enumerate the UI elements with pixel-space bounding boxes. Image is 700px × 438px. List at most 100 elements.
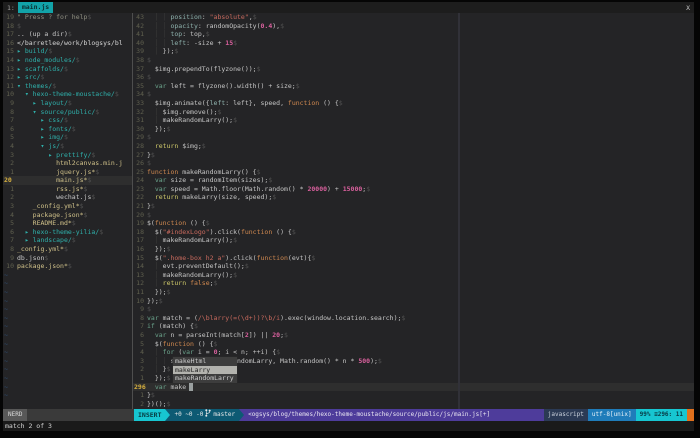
code-line[interactable]: 24 var size = randomItem(sizes);$ (133, 176, 694, 185)
code-line[interactable]: 34$ (133, 90, 694, 99)
code-line[interactable]: 25function makeRandomLarry() {$ (133, 168, 694, 177)
tree-line[interactable]: 17.. (up a dir)$ (3, 30, 132, 39)
tree-line[interactable]: 13▸ scaffolds/$ (3, 65, 132, 74)
tree-line[interactable]: 16</barretlee/work/blogsys/bl (3, 39, 132, 48)
code-line[interactable]: 28 return $img;$ (133, 142, 694, 151)
code-line[interactable]: 13 │ makeRandomLarry();$ (133, 271, 694, 280)
tree-line[interactable]: 9 ▸ layout/$ (3, 99, 132, 108)
code-line[interactable]: 16 });$ (133, 245, 694, 254)
code-line[interactable]: 42 │ │ opacity: randomOpacity(0.4),$ (133, 22, 694, 31)
code-line[interactable]: 40 │ │ left: -size + 15$ (133, 39, 694, 48)
code-line[interactable]: 43 │ │ position: "absolute",$ (133, 13, 694, 22)
command-line-message: match 2 of 3 (3, 421, 694, 431)
close-icon[interactable]: X (686, 4, 694, 12)
code-line[interactable]: 37 $img.prependTo(flyzone());$ (133, 65, 694, 74)
line-text: }$ (147, 202, 155, 211)
code-line[interactable]: 296 var make (133, 383, 694, 392)
code-line[interactable]: 12 │ return false;$ (133, 279, 694, 288)
tree-line[interactable]: 7 ▸ landscape/$ (3, 236, 132, 245)
code-line[interactable]: 41 │ │ top: top,$ (133, 30, 694, 39)
code-line[interactable]: 7if (match) {$ (133, 322, 694, 331)
tree-line[interactable]: 11▾ themes/$ (3, 82, 132, 91)
tree-line[interactable]: 10 ▾ hexo-theme-moustache/$ (3, 90, 132, 99)
line-number: 5 (3, 133, 17, 142)
line-number: 7 (3, 116, 17, 125)
tree-line[interactable]: 2 html2canvas.min.j (3, 159, 132, 168)
tree-line[interactable]: 2 wechat.js$ (3, 193, 132, 202)
code-line[interactable]: 35 var left = flyzone().width() + size;$ (133, 82, 694, 91)
tree-line[interactable]: 4 ▾ js/$ (3, 142, 132, 151)
code-line[interactable]: 32 │ $img.remove();$ (133, 108, 694, 117)
code-line[interactable]: 1}$ (133, 391, 694, 400)
line-number: 6 (133, 331, 147, 340)
line-text: package.json*$ (17, 262, 72, 271)
tree-line[interactable]: 12▸ src/$ (3, 73, 132, 82)
code-line[interactable]: 39 │ });$ (133, 47, 694, 56)
code-pane[interactable]: 43 │ │ position: "absolute",$42 │ │ opac… (133, 13, 694, 409)
tab-buffer-name[interactable]: main.js (18, 2, 53, 13)
tree-line[interactable]: 9db.json$ (3, 254, 132, 263)
tree-line[interactable]: 3 ▸ prettify/$ (3, 151, 132, 160)
code-line[interactable]: 18 $("#indexLogo").click(function () {$ (133, 228, 694, 237)
line-text: " Press ? for help$ (17, 13, 91, 22)
tree-line[interactable]: 5 README.md*$ (3, 219, 132, 228)
tree-line[interactable]: 4 package.json*$ (3, 211, 132, 220)
line-number: 28 (133, 142, 147, 151)
tree-line[interactable]: 10package.json*$ (3, 262, 132, 271)
code-line[interactable]: 21}$ (133, 202, 694, 211)
tree-line[interactable]: 7 ▸ css/$ (3, 116, 132, 125)
line-number: 2 (3, 159, 17, 168)
code-line[interactable]: 19$(function () {$ (133, 219, 694, 228)
line-number: 2 (133, 400, 147, 409)
code-line[interactable]: 20$ (133, 211, 694, 220)
code-line[interactable]: 10});$ (133, 297, 694, 306)
tree-line[interactable]: 1 rss.js*$ (3, 185, 132, 194)
code-line[interactable]: 9$ (133, 305, 694, 314)
code-line[interactable]: 22 return makeLarry(size, speed);$ (133, 193, 694, 202)
code-line[interactable]: 38$ (133, 56, 694, 65)
code-line[interactable]: 29$ (133, 133, 694, 142)
tree-line[interactable]: 8_config.yml*$ (3, 245, 132, 254)
tree-line[interactable]: 3 _config.yml*$ (3, 202, 132, 211)
tree-line[interactable]: 6 ▸ hexo-theme-yilia/$ (3, 228, 132, 237)
completion-item[interactable]: makeRandomLarry (173, 374, 237, 383)
code-line[interactable]: 4 │ for (var i = 0; i < n; ++i) {$ (133, 348, 694, 357)
git-segment: +0 ~0 -0 master (170, 409, 239, 421)
completion-item[interactable]: makeHtml (173, 357, 237, 366)
line-text: │ evt.preventDefault();$ (147, 262, 249, 271)
code-line[interactable]: 31 │ makeRandomLarry();$ (133, 116, 694, 125)
line-text: │ │ top: top,$ (147, 30, 210, 39)
code-line[interactable]: 15 $(".home-box h2 a").click(function(ev… (133, 254, 694, 263)
code-line[interactable]: 8var match = (/\blarry(=(\d+))?\b/i).exe… (133, 314, 694, 323)
tree-line[interactable]: 19" Press ? for help$ (3, 13, 132, 22)
code-line[interactable]: 33 $img.animate({left: left}, speed, fun… (133, 99, 694, 108)
line-text: });$ (147, 297, 163, 306)
line-number: 1 (133, 374, 147, 383)
code-line[interactable]: 27}$ (133, 151, 694, 160)
nerdtree-pane[interactable]: 19" Press ? for help$18$17.. (up a dir)$… (3, 13, 133, 409)
nerdtree-statusline: NERD (3, 409, 134, 421)
completion-item[interactable]: makeLarry (173, 366, 237, 375)
line-number: 18 (133, 228, 147, 237)
tree-line[interactable]: 8 ▾ source/public/$ (3, 108, 132, 117)
tree-line[interactable]: 6 ▸ fonts/$ (3, 125, 132, 134)
code-line[interactable]: 26$ (133, 159, 694, 168)
tree-line[interactable]: 20 main.js*$ (3, 176, 132, 185)
code-line[interactable]: 11 });$ (133, 288, 694, 297)
tree-line[interactable]: 18$ (3, 22, 132, 31)
line-text: $ (147, 133, 151, 142)
code-line[interactable]: 6 var n = parseInt(match[2]) || 20;$ (133, 331, 694, 340)
code-line[interactable]: 2})();$ (133, 400, 694, 409)
line-text: ▸ node_modules/$ (17, 56, 80, 65)
line-number: 4 (3, 211, 17, 220)
code-line[interactable]: 14 │ evt.preventDefault();$ (133, 262, 694, 271)
tree-line[interactable]: 1 jquery.js*$ (3, 168, 132, 177)
code-line[interactable]: 5 $(function () {$ (133, 340, 694, 349)
code-line[interactable]: 23 var speed = Math.floor(Math.random() … (133, 185, 694, 194)
code-line[interactable]: 30 });$ (133, 125, 694, 134)
tree-line[interactable]: 14▸ node_modules/$ (3, 56, 132, 65)
tree-line[interactable]: 5 ▸ img/$ (3, 133, 132, 142)
tree-line[interactable]: 15▸ build/$ (3, 47, 132, 56)
code-line[interactable]: 17 │ makeRandomLarry();$ (133, 236, 694, 245)
code-line[interactable]: 36$ (133, 73, 694, 82)
